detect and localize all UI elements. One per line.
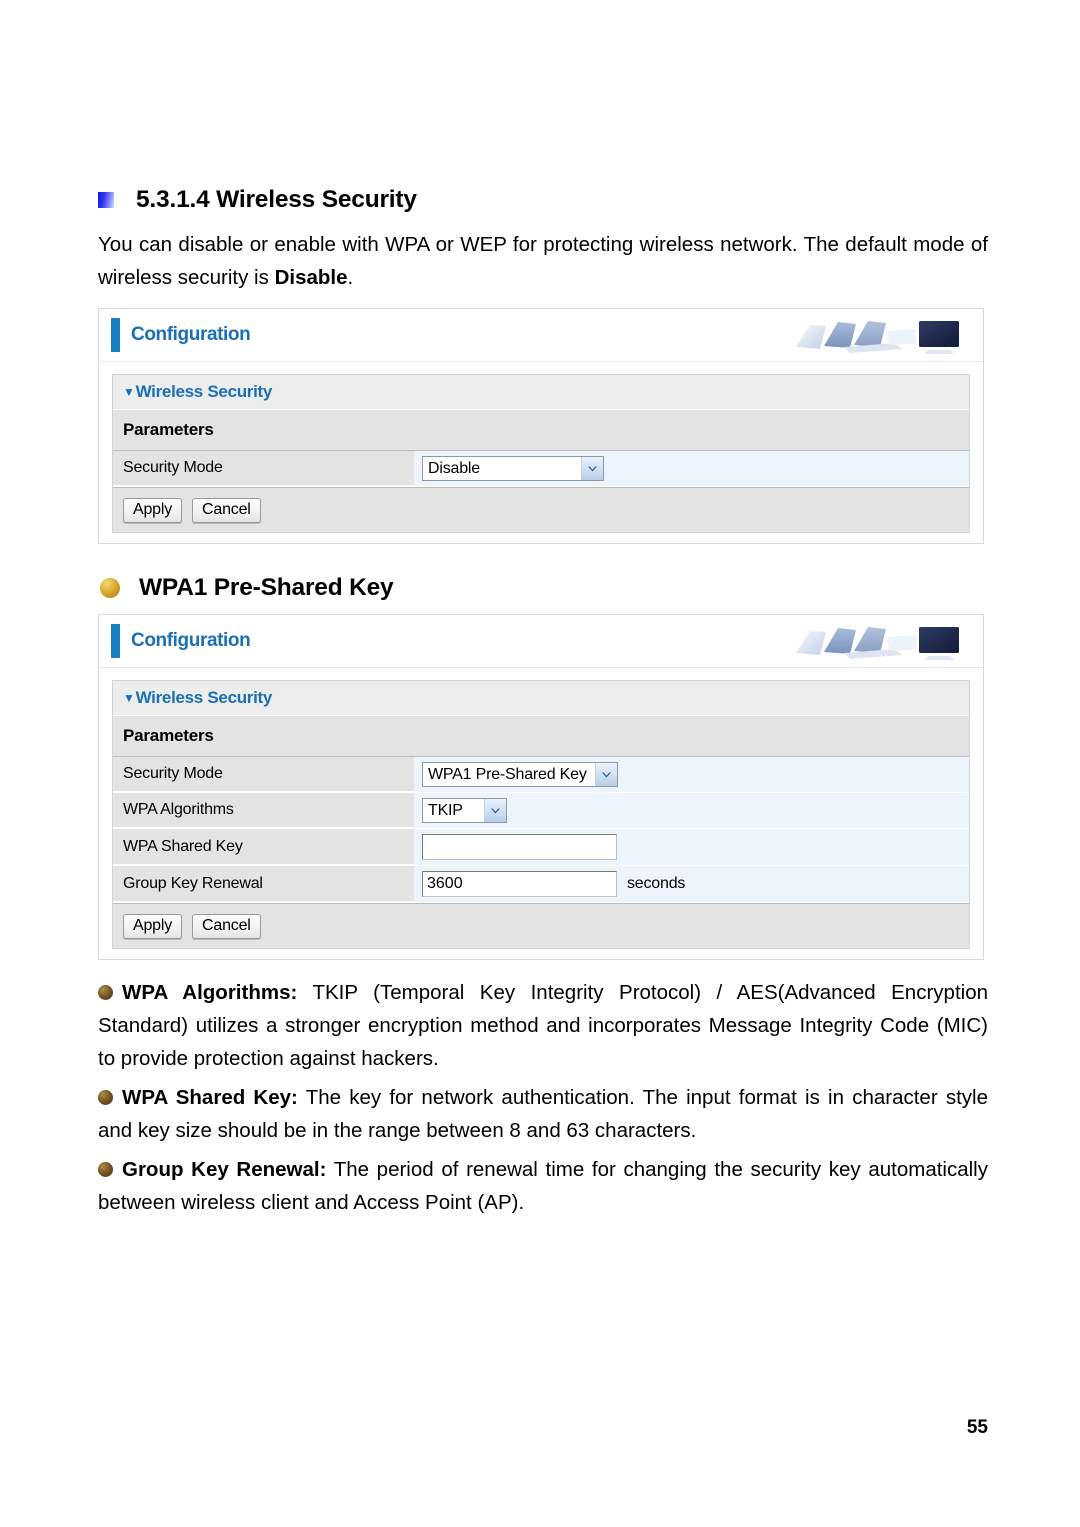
security-mode-select[interactable]: Disable xyxy=(422,456,604,481)
parameters-header-row: Parameters xyxy=(113,410,969,451)
configuration-panel-wpa1: Configuration ▼ Wireless Security Parame… xyxy=(98,614,984,960)
page-number: 55 xyxy=(966,1417,988,1438)
panel-inner-table: ▼ Wireless Security Parameters Security M… xyxy=(112,374,970,533)
row-label-group-key-renewal: Group Key Renewal xyxy=(113,866,414,902)
panel-topbar: Configuration xyxy=(99,309,983,362)
table-row-security-mode: Security Mode Disable xyxy=(113,451,969,487)
wpa1-preshared-key-heading: WPA1 Pre-Shared Key xyxy=(100,574,988,602)
wpa1-heading-text: WPA1 Pre-Shared Key xyxy=(139,574,394,601)
page-content: 5.3.1.4 Wireless Security You can disabl… xyxy=(98,186,988,1225)
description-term: WPA Algorithms: xyxy=(122,981,298,1004)
wireless-security-section-header[interactable]: ▼ Wireless Security xyxy=(113,374,969,410)
chevron-down-icon xyxy=(484,799,506,822)
chevron-down-icon xyxy=(581,457,603,480)
sphere-bullet-icon xyxy=(98,985,113,1000)
group-key-renewal-unit-label: seconds xyxy=(627,875,686,892)
row-value-security-mode: Disable xyxy=(414,451,969,486)
row-label-security-mode: Security Mode xyxy=(113,451,414,486)
description-term: Group Key Renewal: xyxy=(122,1158,327,1181)
configuration-panel-disable: Configuration ▼ Wireless Security Parame… xyxy=(98,308,984,544)
table-row-security-mode: Security Mode WPA1 Pre-Shared Key xyxy=(113,757,969,793)
row-value-security-mode: WPA1 Pre-Shared Key xyxy=(414,757,969,792)
panel-inner-table: ▼ Wireless Security Parameters Security M… xyxy=(112,680,970,949)
row-label-wpa-algorithms: WPA Algorithms xyxy=(113,793,414,828)
apply-button[interactable]: Apply xyxy=(123,497,183,523)
caret-down-icon: ▼ xyxy=(123,385,135,399)
intro-text-end: . xyxy=(347,266,354,289)
row-value-wpa-algorithms: TKIP xyxy=(414,793,969,828)
wpa-algorithms-select[interactable]: TKIP xyxy=(422,798,507,823)
row-label-wpa-shared-key: WPA Shared Key xyxy=(113,829,414,865)
description-group-key-renewal: Group Key Renewal: The period of renewal… xyxy=(98,1153,988,1219)
document-page: 5.3.1.4 Wireless Security You can disabl… xyxy=(0,0,1080,1527)
description-wpa-algorithms: WPA Algorithms: TKIP (Temporal Key Integ… xyxy=(98,976,988,1075)
cancel-button[interactable]: Cancel xyxy=(192,497,261,523)
apply-button[interactable]: Apply xyxy=(123,913,183,939)
row-label-security-mode: Security Mode xyxy=(113,757,414,792)
parameters-header-row: Parameters xyxy=(113,716,969,757)
office-banner-image xyxy=(790,313,973,359)
table-row-group-key-renewal: Group Key Renewal seconds xyxy=(113,866,969,903)
wpa-algorithms-select-value: TKIP xyxy=(428,801,463,819)
section-heading-text: 5.3.1.4 Wireless Security xyxy=(136,186,417,213)
sphere-bullet-icon xyxy=(98,1090,113,1105)
row-value-group-key-renewal: seconds xyxy=(414,866,969,902)
blue-tab-marker-icon xyxy=(111,318,120,352)
office-banner-image xyxy=(790,619,973,665)
intro-bold-disable: Disable xyxy=(274,266,348,289)
parameters-label: Parameters xyxy=(123,420,214,439)
security-mode-select-value: WPA1 Pre-Shared Key xyxy=(428,765,587,783)
gold-sphere-bullet-icon xyxy=(100,578,120,598)
description-wpa-shared-key: WPA Shared Key: The key for network auth… xyxy=(98,1081,988,1147)
table-row-wpa-shared-key: WPA Shared Key xyxy=(113,829,969,866)
intro-text-part1: You can disable or enable with WPA or WE… xyxy=(98,233,988,289)
row-value-wpa-shared-key xyxy=(414,829,969,865)
description-term: WPA Shared Key: xyxy=(122,1086,298,1109)
blue-tab-marker-icon xyxy=(111,624,120,658)
security-mode-select-value: Disable xyxy=(428,459,480,477)
panel-title: Configuration xyxy=(131,324,251,345)
square-bullet-icon xyxy=(98,192,114,208)
group-key-renewal-input[interactable] xyxy=(422,871,617,897)
section-intro-paragraph: You can disable or enable with WPA or WE… xyxy=(98,228,988,294)
panel-title: Configuration xyxy=(131,630,251,651)
section-heading: 5.3.1.4 Wireless Security xyxy=(98,186,988,214)
panel-topbar: Configuration xyxy=(99,615,983,668)
chevron-down-icon xyxy=(594,763,617,786)
wireless-security-section-title: Wireless Security xyxy=(135,382,273,401)
wireless-security-section-title: Wireless Security xyxy=(135,688,273,707)
security-mode-select[interactable]: WPA1 Pre-Shared Key xyxy=(422,762,618,787)
wpa-shared-key-input[interactable] xyxy=(422,834,617,860)
caret-down-icon: ▼ xyxy=(123,691,135,705)
cancel-button[interactable]: Cancel xyxy=(192,913,261,939)
panel-button-row: Apply Cancel xyxy=(113,903,969,948)
panel-button-row: Apply Cancel xyxy=(113,487,969,532)
wireless-security-section-header[interactable]: ▼ Wireless Security xyxy=(113,680,969,716)
sphere-bullet-icon xyxy=(98,1162,113,1177)
table-row-wpa-algorithms: WPA Algorithms TKIP xyxy=(113,793,969,829)
parameters-label: Parameters xyxy=(123,726,214,745)
